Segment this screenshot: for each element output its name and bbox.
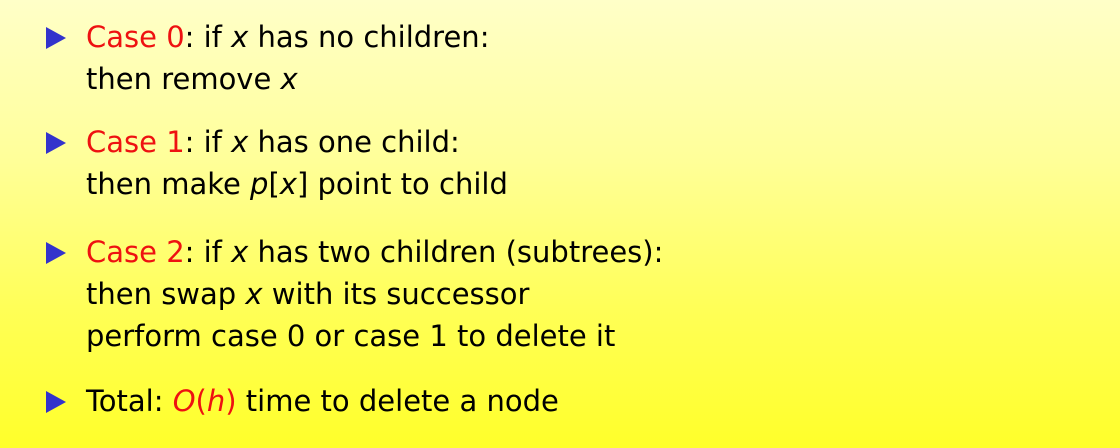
bracket: ] <box>296 167 309 201</box>
text: has two children (subtrees): <box>248 235 664 269</box>
math-var: x <box>245 277 263 311</box>
math-var: x <box>231 125 249 159</box>
bracket: [ <box>268 167 280 201</box>
case-0-action: then remove x <box>86 59 298 99</box>
triangle-bullet-icon <box>46 391 66 413</box>
text: has one child: <box>248 125 460 159</box>
text: : if <box>184 125 232 159</box>
text: then remove <box>86 62 281 96</box>
case-2-condition: Case 2: if x has two children (subtrees)… <box>86 232 663 272</box>
case-label: Case 1 <box>86 125 185 159</box>
paren: ( <box>195 384 207 418</box>
text: : if <box>184 20 232 54</box>
case-2-action: then swap x with its successor <box>86 274 529 314</box>
total-summary: Total: O(h) time to delete a node <box>86 381 559 421</box>
text: perform case 0 or case 1 to delete it <box>86 319 616 353</box>
triangle-bullet-icon <box>46 132 66 154</box>
case-1-action: then make p[x] point to child <box>86 164 508 204</box>
text: : if <box>184 235 232 269</box>
triangle-bullet-icon <box>46 27 66 49</box>
math-var: x <box>231 235 249 269</box>
case-label: Case 0 <box>86 20 185 54</box>
math-var: x <box>231 20 249 54</box>
case-label: Case 2 <box>86 235 185 269</box>
big-o-notation: O <box>172 384 196 418</box>
case-1-condition: Case 1: if x has one child: <box>86 122 460 162</box>
text: with its successor <box>262 277 530 311</box>
text: then make <box>86 167 251 201</box>
text: then swap <box>86 277 246 311</box>
case-0-condition: Case 0: if x has no children: <box>86 17 489 57</box>
math-var: h <box>206 384 226 418</box>
text: has no children: <box>248 20 490 54</box>
total-label: Total: <box>86 384 173 418</box>
math-var: x <box>279 167 297 201</box>
math-var: x <box>280 62 298 96</box>
text: point to child <box>308 167 508 201</box>
paren: ) <box>225 384 237 418</box>
slide: Case 0: if x has no children: then remov… <box>0 0 1120 448</box>
triangle-bullet-icon <box>46 242 66 264</box>
math-var: p <box>250 167 269 201</box>
text: time to delete a node <box>236 384 559 418</box>
case-2-action-followup: perform case 0 or case 1 to delete it <box>86 316 615 356</box>
